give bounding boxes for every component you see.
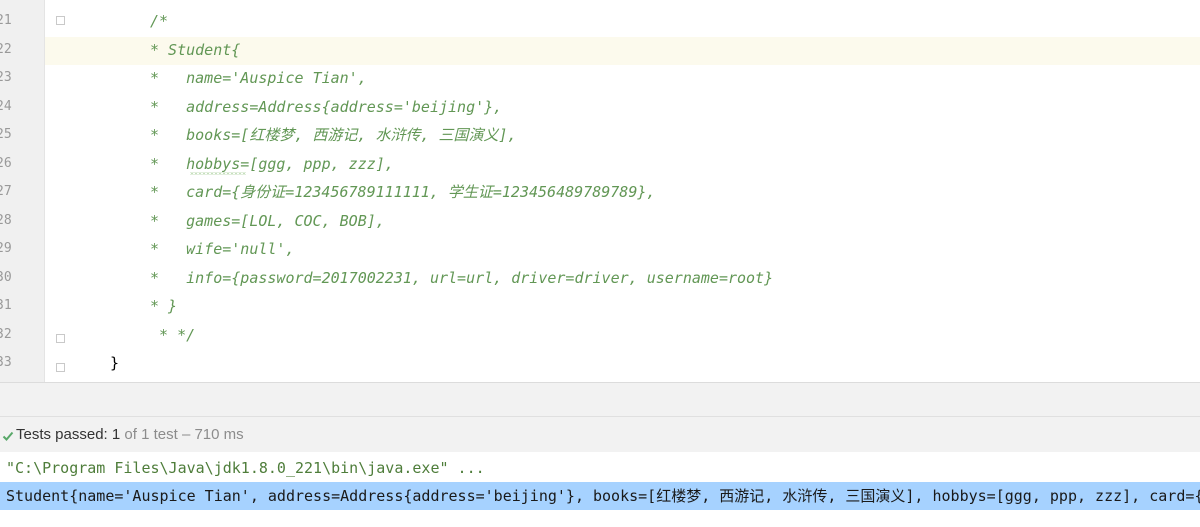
test-status-text: Tests passed: 1 of 1 test – 710 ms [16, 426, 244, 443]
test-status-label: Tests passed: [16, 426, 108, 443]
code-line[interactable]: * books=[红楼梦, 西游记, 水浒传, 三国演义], [150, 121, 517, 150]
fold-marker-icon[interactable] [56, 334, 65, 343]
code-line[interactable]: * */ [150, 321, 195, 350]
code-line[interactable]: * name='Auspice Tian', [150, 64, 367, 93]
code-line[interactable]: } [110, 349, 119, 378]
spelling-squiggle [190, 172, 246, 175]
line-number: 27 [0, 184, 12, 199]
line-number: 26 [0, 155, 12, 171]
line-number: 29 [0, 241, 12, 256]
code-line[interactable]: * Student{ [150, 36, 240, 65]
line-number: 32 [0, 326, 12, 342]
run-toolbar [0, 383, 1200, 416]
console-command-line[interactable]: "C:\Program Files\Java\jdk1.8.0_221\bin\… [0, 454, 485, 482]
code-line[interactable]: * } [150, 292, 177, 321]
test-status-bar: Tests passed: 1 of 1 test – 710 ms [0, 416, 1200, 452]
code-line[interactable]: * card={身份证=123456789111111, 学生证=1234564… [150, 178, 655, 207]
line-number: 28 [0, 212, 12, 228]
code-line[interactable]: * wife='null', [150, 235, 295, 264]
test-status-detail: of 1 test – 710 ms [124, 426, 244, 443]
line-number: 33 [0, 355, 12, 370]
console-output-line[interactable]: Student{name='Auspice Tian', address=Add… [0, 482, 1200, 510]
code-line[interactable]: * games=[LOL, COC, BOB], [150, 207, 385, 236]
code-line[interactable]: * address=Address{address='beijing'}, [150, 93, 502, 122]
line-number: 30 [0, 269, 12, 285]
line-number: 25 [0, 127, 12, 142]
code-line[interactable]: * hobbys=[ggg, ppp, zzz], [150, 150, 394, 179]
fold-marker-icon[interactable] [56, 16, 65, 25]
line-number: 21 [0, 13, 12, 28]
line-number: 24 [0, 98, 12, 114]
fold-marker-icon[interactable] [56, 363, 65, 372]
console-output[interactable]: "C:\Program Files\Java\jdk1.8.0_221\bin\… [0, 452, 1200, 527]
code-editor[interactable]: 21 22 23 24 25 26 27 28 29 30 31 32 33 /… [0, 0, 1200, 382]
code-line[interactable]: /* [150, 7, 168, 36]
line-number: 22 [0, 41, 12, 57]
check-icon [2, 429, 14, 441]
test-status-count: 1 [111, 426, 121, 443]
code-line[interactable]: * info={password=2017002231, url=url, dr… [150, 264, 773, 293]
line-number: 23 [0, 70, 12, 85]
line-number: 31 [0, 298, 12, 313]
